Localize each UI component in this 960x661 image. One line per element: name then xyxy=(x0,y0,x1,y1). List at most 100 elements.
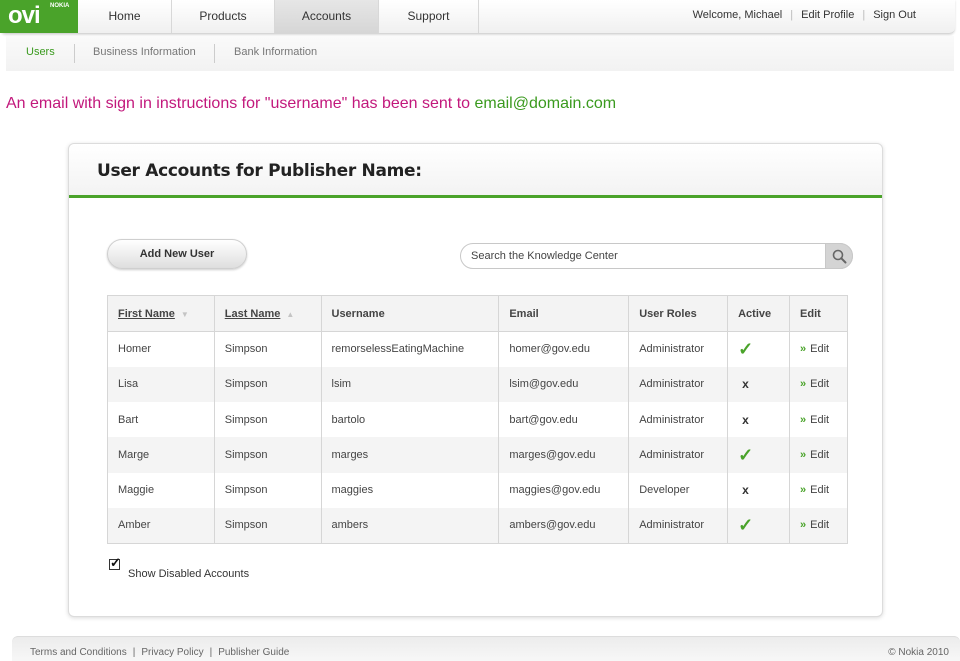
table-row: Marge Simpson marges marges@gov.edu Administ… xyxy=(107,437,848,473)
table-header-row: First Name ▼ Last Name ▲ Username Email Us… xyxy=(107,295,848,332)
search-input[interactable] xyxy=(471,248,821,264)
column-edit: Edit xyxy=(789,295,848,332)
separator: | xyxy=(209,647,213,658)
subnav-users[interactable]: Users xyxy=(26,46,55,58)
first-name-cell: Marge xyxy=(107,437,215,473)
last-name-cell: Simpson xyxy=(213,331,322,367)
table-row: Homer Simpson remorselessEatingMachine home… xyxy=(107,331,848,367)
email-cell: homer@gov.edu xyxy=(498,331,630,367)
column-user-roles: User Roles xyxy=(628,295,729,332)
edit-link[interactable]: Edit xyxy=(810,449,829,461)
welcome-text: Welcome, Michael xyxy=(692,9,783,21)
last-name-header[interactable]: Last Name xyxy=(225,308,281,320)
active-cell: ✓ xyxy=(727,507,791,544)
active-cell: x xyxy=(727,402,791,438)
first-name-cell: Bart xyxy=(107,402,215,438)
double-chevron-icon: » xyxy=(800,449,807,462)
user-role-cell: Developer xyxy=(628,472,729,508)
active-check-icon: ✓ xyxy=(738,514,754,535)
ovi-logo[interactable]: ovi NOKIA xyxy=(0,0,78,33)
email-cell: maggies@gov.edu xyxy=(498,472,630,508)
inactive-x-icon: x xyxy=(742,377,749,392)
user-role-cell: Administrator xyxy=(628,402,729,438)
table-row: Lisa Simpson lsim lsim@gov.edu Administrator… xyxy=(107,366,848,403)
copyright: © Nokia 2010 xyxy=(888,647,949,658)
logo-text: ovi xyxy=(8,2,41,29)
users-table: First Name ▼ Last Name ▲ Username Email Us… xyxy=(107,295,848,544)
tab-home[interactable]: Home xyxy=(78,0,172,33)
email-cell: bart@gov.edu xyxy=(498,402,630,438)
column-email: Email xyxy=(498,295,630,332)
username-cell: maggies xyxy=(320,472,500,508)
inactive-x-icon: x xyxy=(742,412,749,427)
edit-cell: » Edit xyxy=(789,507,848,544)
double-chevron-icon: » xyxy=(800,413,807,426)
separator: | xyxy=(132,647,136,658)
column-active: Active xyxy=(727,295,791,332)
subnav-divider xyxy=(74,44,75,63)
table-row: Bart Simpson bartolo bart@gov.edu Administra… xyxy=(107,402,848,438)
last-name-cell: Simpson xyxy=(213,507,322,544)
first-name-header[interactable]: First Name xyxy=(118,308,175,320)
tab-products[interactable]: Products xyxy=(172,0,275,33)
email-cell: lsim@gov.edu xyxy=(498,366,630,403)
edit-link[interactable]: Edit xyxy=(810,519,829,531)
table-row: Amber Simpson ambers ambers@gov.edu Administ… xyxy=(107,507,848,544)
user-role-cell: Administrator xyxy=(628,331,729,367)
column-last-name[interactable]: Last Name ▲ xyxy=(213,295,322,332)
user-accounts-panel: User Accounts for Publisher Name: Add Ne… xyxy=(68,143,883,617)
edit-cell: » Edit xyxy=(789,366,848,403)
double-chevron-icon: » xyxy=(800,484,807,497)
first-name-cell: Amber xyxy=(107,507,215,544)
show-disabled-checkbox[interactable] xyxy=(109,555,121,571)
double-chevron-icon: » xyxy=(800,378,807,391)
top-navigation: ovi NOKIA Home Products Accounts Support… xyxy=(0,0,960,36)
active-cell: x xyxy=(727,366,791,403)
separator: | xyxy=(790,9,794,21)
add-new-user-button[interactable]: Add New User xyxy=(107,239,247,269)
sign-out-link[interactable]: Sign Out xyxy=(873,9,916,21)
first-name-cell: Lisa xyxy=(107,366,215,403)
active-cell: x xyxy=(727,472,791,508)
separator: | xyxy=(862,9,866,21)
tab-accounts[interactable]: Accounts xyxy=(275,0,379,33)
sort-desc-icon: ▼ xyxy=(180,309,189,319)
last-name-cell: Simpson xyxy=(213,472,322,508)
email-sent-message: An email with sign in instructions for "… xyxy=(6,95,616,113)
search-button[interactable] xyxy=(825,243,853,269)
edit-profile-link[interactable]: Edit Profile xyxy=(801,9,854,21)
user-role-cell: Administrator xyxy=(628,507,729,544)
terms-link[interactable]: Terms and Conditions xyxy=(30,647,127,658)
publisher-guide-link[interactable]: Publisher Guide xyxy=(218,647,289,658)
first-name-cell: Homer xyxy=(107,331,215,367)
edit-cell: » Edit xyxy=(789,472,848,508)
user-links: Welcome, Michael | Edit Profile | Sign Out xyxy=(693,9,916,21)
edit-link[interactable]: Edit xyxy=(810,484,829,496)
edit-cell: » Edit xyxy=(789,437,848,473)
edit-link[interactable]: Edit xyxy=(810,378,829,390)
tab-support[interactable]: Support xyxy=(379,0,479,33)
edit-link[interactable]: Edit xyxy=(810,343,829,355)
column-first-name[interactable]: First Name ▼ xyxy=(107,295,215,332)
subnav-business-information[interactable]: Business Information xyxy=(93,46,196,58)
message-email: email@domain.com xyxy=(474,95,617,112)
double-chevron-icon: » xyxy=(800,519,807,532)
edit-cell: » Edit xyxy=(789,402,848,438)
username-cell: remorselessEatingMachine xyxy=(320,331,500,367)
edit-link[interactable]: Edit xyxy=(810,414,829,426)
column-username: Username xyxy=(320,295,500,332)
search-icon xyxy=(832,249,847,264)
last-name-cell: Simpson xyxy=(213,366,322,403)
email-cell: marges@gov.edu xyxy=(498,437,630,473)
username-cell: ambers xyxy=(320,507,500,544)
message-text: An email with sign in instructions for "… xyxy=(6,95,471,112)
active-check-icon: ✓ xyxy=(738,338,754,359)
panel-header: User Accounts for Publisher Name: xyxy=(69,144,882,198)
show-disabled-label: Show Disabled Accounts xyxy=(128,568,250,580)
first-name-cell: Maggie xyxy=(107,472,215,508)
subnav-bank-information[interactable]: Bank Information xyxy=(234,46,317,58)
table-row: Maggie Simpson maggies maggies@gov.edu Devel… xyxy=(107,472,848,508)
privacy-link[interactable]: Privacy Policy xyxy=(141,647,203,658)
sort-asc-icon: ▲ xyxy=(286,309,295,319)
subnav-divider xyxy=(214,44,215,63)
